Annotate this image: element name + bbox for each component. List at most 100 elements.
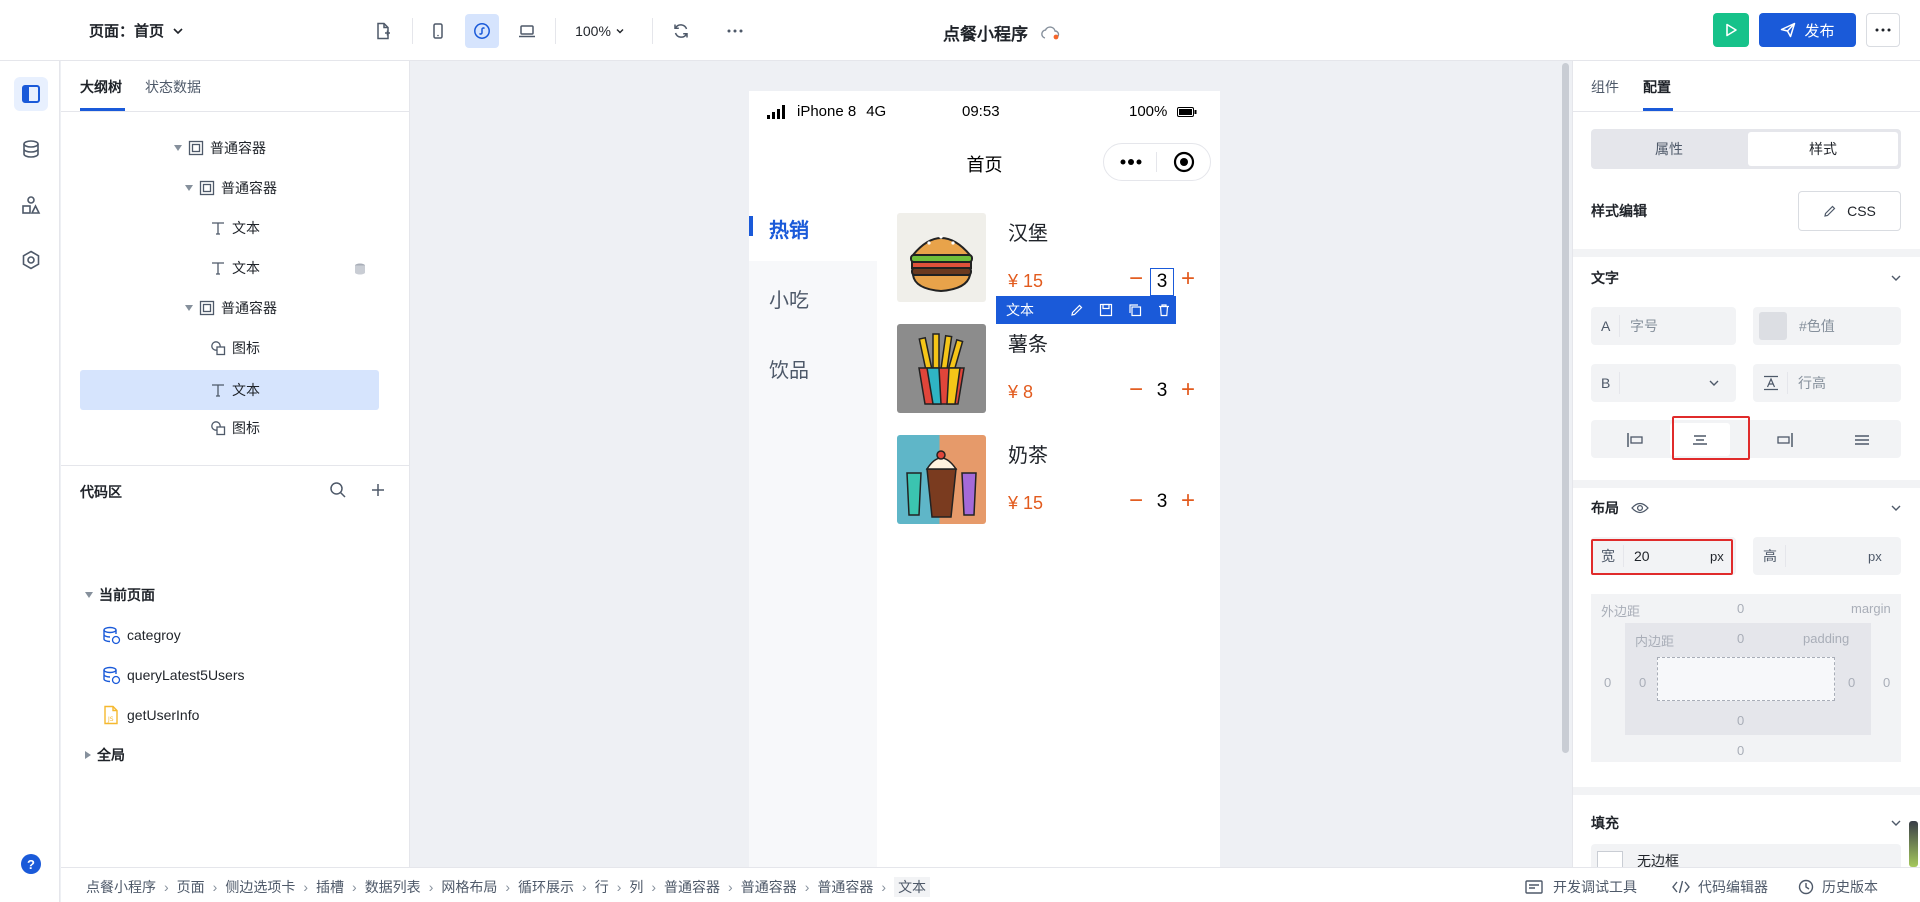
help-icon[interactable]: ?	[21, 854, 41, 874]
line-height-field[interactable]: 行高	[1753, 364, 1901, 402]
code-item[interactable]: queryLatest5Users	[101, 659, 245, 691]
margin-right-value[interactable]: 0	[1883, 675, 1890, 690]
panel-scrollbar[interactable]	[1909, 821, 1918, 867]
delete-icon[interactable]	[1157, 303, 1171, 317]
tree-node[interactable]: 图标	[210, 332, 260, 364]
chevron-down-icon[interactable]	[1890, 502, 1902, 514]
tab-state-data[interactable]: 状态数据	[145, 77, 201, 97]
increase-button[interactable]: +	[1181, 378, 1195, 402]
more-menu-button[interactable]	[1866, 13, 1900, 47]
padding-left-value[interactable]: 0	[1639, 675, 1646, 690]
breadcrumb-item[interactable]: 普通容器	[664, 877, 720, 897]
tab-components[interactable]: 组件	[1591, 77, 1619, 97]
copy-icon[interactable]	[1128, 303, 1142, 317]
align-right-icon[interactable]	[1776, 432, 1794, 448]
mobile-view-icon[interactable]	[421, 14, 455, 48]
database-icon[interactable]	[14, 132, 48, 166]
category-snacks[interactable]: 小吃	[769, 284, 809, 313]
margin-bottom-value[interactable]: 0	[1737, 743, 1744, 758]
margin-top-value[interactable]: 0	[1737, 601, 1744, 616]
run-button[interactable]	[1713, 13, 1749, 47]
publish-button[interactable]: 发布	[1759, 13, 1856, 47]
breadcrumb-item[interactable]: 点餐小程序	[86, 877, 156, 897]
more-icon[interactable]	[718, 14, 752, 48]
code-item[interactable]: categroy	[101, 619, 181, 651]
increase-button[interactable]: +	[1181, 267, 1195, 291]
expand-toggle-icon[interactable]	[185, 185, 193, 191]
desktop-view-icon[interactable]	[510, 14, 544, 48]
category-hot[interactable]: 热销	[769, 214, 809, 243]
components-icon[interactable]	[14, 188, 48, 222]
decrease-button[interactable]: −	[1129, 378, 1143, 402]
page-selector[interactable]: 页面：首页	[89, 20, 184, 41]
canvas-scrollbar[interactable]	[1562, 63, 1569, 753]
color-swatch[interactable]	[1759, 312, 1787, 340]
new-page-icon[interactable]	[366, 14, 400, 48]
expand-toggle-icon[interactable]	[85, 592, 93, 598]
css-edit-button[interactable]: CSS	[1798, 191, 1901, 231]
edit-icon[interactable]	[1070, 303, 1084, 317]
tree-node[interactable]: 文本	[210, 212, 260, 244]
margin-left-value[interactable]: 0	[1604, 675, 1611, 690]
decrease-button[interactable]: −	[1129, 267, 1143, 291]
decrease-button[interactable]: −	[1129, 489, 1143, 513]
capsule-menu[interactable]	[1103, 143, 1211, 181]
tree-node-selected[interactable]: 文本	[210, 374, 260, 406]
eye-icon[interactable]	[1631, 502, 1649, 514]
tab-outline[interactable]: 大纲树	[80, 77, 122, 97]
increase-button[interactable]: +	[1181, 489, 1195, 513]
tree-node[interactable]: 文本	[210, 252, 260, 284]
zoom-select[interactable]: 100%	[568, 14, 632, 48]
align-left-icon[interactable]	[1626, 432, 1644, 448]
quantity-text-selected[interactable]: 3	[1150, 268, 1174, 296]
expand-toggle-icon[interactable]	[85, 751, 91, 759]
code-item[interactable]: JS getUserInfo	[101, 699, 199, 731]
history-button[interactable]: 历史版本	[1798, 877, 1878, 897]
tab-config[interactable]: 配置	[1643, 77, 1671, 97]
padding-right-value[interactable]: 0	[1848, 675, 1855, 690]
expand-toggle-icon[interactable]	[185, 305, 193, 311]
color-field[interactable]: #色值	[1753, 307, 1901, 345]
dev-tools-button[interactable]: 开发调试工具	[1525, 877, 1637, 897]
height-field[interactable]: 高 px	[1753, 537, 1901, 575]
expand-toggle-icon[interactable]	[174, 145, 182, 151]
category-drinks[interactable]: 饮品	[769, 354, 809, 383]
breadcrumb-item[interactable]: 侧边选项卡	[225, 877, 295, 897]
save-icon[interactable]	[1099, 303, 1113, 317]
chevron-down-icon[interactable]	[1890, 272, 1902, 284]
tree-node[interactable]: 图标	[210, 412, 260, 444]
tree-node[interactable]: 普通容器	[185, 172, 277, 204]
close-target-icon[interactable]	[1173, 151, 1195, 173]
current-page-group[interactable]: 当前页面	[85, 579, 155, 611]
global-group[interactable]: 全局	[85, 739, 125, 771]
breadcrumb-item[interactable]: 循环展示	[518, 877, 574, 897]
search-icon[interactable]	[329, 481, 347, 499]
breadcrumb-item[interactable]: 网格布局	[441, 877, 497, 897]
breadcrumb-item[interactable]: 普通容器	[817, 877, 873, 897]
code-editor-button[interactable]: 代码编辑器	[1672, 877, 1768, 897]
breadcrumb-item-current[interactable]: 文本	[894, 877, 931, 897]
breadcrumb-item[interactable]: 行	[595, 877, 609, 897]
breadcrumb-item[interactable]: 插槽	[316, 877, 344, 897]
padding-top-value[interactable]: 0	[1737, 631, 1744, 646]
outline-panel-icon[interactable]	[14, 77, 48, 111]
refresh-icon[interactable]	[664, 14, 698, 48]
chevron-down-icon[interactable]	[1890, 817, 1902, 829]
tree-node[interactable]: 普通容器	[185, 292, 277, 324]
breadcrumb-item[interactable]: 普通容器	[741, 877, 797, 897]
more-dots-icon[interactable]	[1120, 159, 1142, 165]
font-size-field[interactable]: A 字号	[1591, 307, 1736, 345]
padding-bottom-value[interactable]: 0	[1737, 713, 1744, 728]
tree-node[interactable]: 普通容器	[174, 132, 266, 164]
miniprogram-view-icon[interactable]	[465, 14, 499, 48]
font-weight-select[interactable]: B	[1591, 364, 1736, 402]
settings-icon[interactable]	[14, 243, 48, 277]
breadcrumb-item[interactable]: 页面	[177, 877, 205, 897]
breadcrumb-item[interactable]: 列	[629, 877, 643, 897]
align-justify-icon[interactable]	[1853, 432, 1871, 448]
fill-option[interactable]: 无边框	[1591, 844, 1901, 867]
breadcrumb-item[interactable]: 数据列表	[365, 877, 421, 897]
add-icon[interactable]	[370, 482, 386, 498]
segment-style[interactable]: 样式	[1748, 132, 1898, 166]
segment-properties[interactable]: 属性	[1594, 132, 1744, 166]
